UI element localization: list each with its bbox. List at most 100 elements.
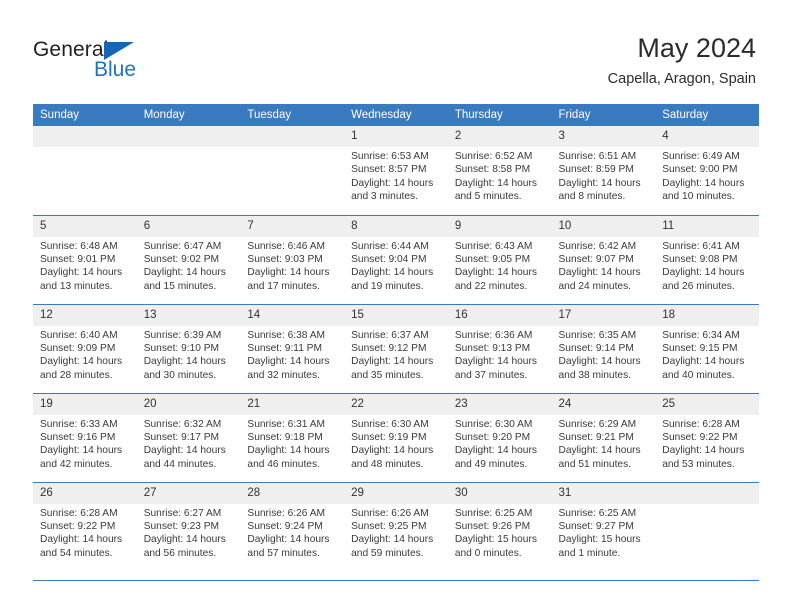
- daylight-text-line2: and 49 minutes.: [454, 458, 528, 470]
- daylight-text-line2: and 44 minutes.: [143, 458, 217, 470]
- daylight-text-line1: Daylight: 14 hours: [454, 177, 537, 189]
- calendar-day-cell-empty: [136, 126, 241, 215]
- weekday-header-thursday: Thursday: [447, 104, 552, 126]
- day-details: Sunrise: 6:29 AM Sunset: 9:21 PM Daylight:…: [552, 415, 656, 472]
- daylight-text-line1: Daylight: 14 hours: [247, 267, 330, 279]
- sunset-text: Sunset: 8:59 PM: [558, 164, 634, 176]
- sunset-text: Sunset: 9:10 PM: [143, 342, 220, 354]
- calendar-day-cell[interactable]: 22 Sunrise: 6:30 AM Sunset: 9:19 PM Dayligh…: [344, 392, 448, 482]
- sunrise-text: Sunrise: 6:49 AM: [662, 151, 740, 162]
- calendar-day-cell[interactable]: 15 Sunrise: 6:37 AM Sunset: 9:12 PM Dayligh…: [344, 303, 448, 393]
- day-number: 30: [447, 482, 552, 504]
- sunrise-text: Sunrise: 6:31 AM: [247, 418, 325, 430]
- daylight-text-line2: and 19 minutes.: [351, 280, 424, 292]
- sunset-text: Sunset: 9:16 PM: [40, 431, 116, 443]
- daylight-text-line2: and 1 minute.: [558, 547, 621, 559]
- calendar-day-cell[interactable]: 23 Sunrise: 6:30 AM Sunset: 9:20 PM Dayligh…: [447, 392, 552, 482]
- calendar-day-cell[interactable]: 13 Sunrise: 6:39 AM Sunset: 9:10 PM Dayligh…: [136, 303, 241, 393]
- day-number: 2: [447, 126, 552, 147]
- sunset-text: Sunset: 8:57 PM: [351, 164, 427, 176]
- calendar-day-cell[interactable]: 16 Sunrise: 6:36 AM Sunset: 9:13 PM Dayligh…: [447, 303, 552, 393]
- daylight-text-line2: and 35 minutes.: [351, 369, 424, 381]
- daylight-text-line1: Daylight: 14 hours: [143, 534, 226, 546]
- calendar-day-cell[interactable]: 4 Sunrise: 6:49 AM Sunset: 9:00 PM Daylight…: [655, 126, 759, 215]
- calendar-table: Sunday Monday Tuesday Wednesday Thursday…: [33, 104, 759, 571]
- calendar-day-cell[interactable]: 24 Sunrise: 6:29 AM Sunset: 9:21 PM Dayligh…: [551, 392, 656, 482]
- daylight-text-line1: Daylight: 14 hours: [662, 267, 745, 279]
- day-details: Sunrise: 6:49 AM Sunset: 9:00 PM Daylight:…: [655, 147, 759, 204]
- daylight-text-line2: and 53 minutes.: [662, 458, 735, 470]
- calendar-day-cell[interactable]: 3 Sunrise: 6:51 AM Sunset: 8:59 PM Daylight…: [551, 126, 656, 215]
- calendar-day-cell[interactable]: 2 Sunrise: 6:52 AM Sunset: 8:58 PM Daylight…: [447, 126, 552, 215]
- calendar-week-row: 12 Sunrise: 6:40 AM Sunset: 9:09 PM Dayligh…: [33, 303, 759, 393]
- daylight-text-line1: Daylight: 14 hours: [662, 177, 745, 189]
- daylight-text-line1: Daylight: 14 hours: [351, 534, 434, 546]
- calendar-day-cell[interactable]: 11 Sunrise: 6:41 AM Sunset: 9:08 PM Dayligh…: [655, 214, 759, 304]
- calendar-day-cell[interactable]: 10 Sunrise: 6:42 AM Sunset: 9:07 PM Dayligh…: [551, 214, 656, 304]
- day-number: 17: [551, 304, 656, 326]
- daylight-text-line2: and 54 minutes.: [40, 547, 113, 559]
- calendar-day-cell[interactable]: 20 Sunrise: 6:32 AM Sunset: 9:17 PM Dayligh…: [136, 392, 241, 482]
- calendar-day-cell[interactable]: 19 Sunrise: 6:33 AM Sunset: 9:16 PM Dayligh…: [33, 392, 137, 482]
- calendar-day-cell[interactable]: 25 Sunrise: 6:28 AM Sunset: 9:22 PM Dayligh…: [655, 392, 759, 482]
- calendar-day-cell[interactable]: 28 Sunrise: 6:26 AM Sunset: 9:24 PM Dayligh…: [240, 481, 345, 571]
- brand-logo: General Blue: [33, 38, 233, 86]
- calendar-page: General Blue May 2024 Capella, Aragon, S…: [0, 0, 792, 612]
- daylight-text-line2: and 37 minutes.: [454, 369, 528, 381]
- daylight-text-line2: and 13 minutes.: [40, 280, 113, 292]
- calendar-day-cell[interactable]: 5 Sunrise: 6:48 AM Sunset: 9:01 PM Daylight…: [33, 214, 137, 304]
- sunrise-text: Sunrise: 6:40 AM: [40, 329, 118, 341]
- daylight-text-line1: Daylight: 14 hours: [40, 534, 123, 546]
- daylight-text-line1: Daylight: 14 hours: [558, 177, 641, 189]
- sunset-text: Sunset: 9:12 PM: [351, 342, 427, 354]
- daylight-text-line2: and 15 minutes.: [143, 280, 217, 292]
- sunrise-text: Sunrise: 6:41 AM: [662, 240, 740, 252]
- day-details: Sunrise: 6:33 AM Sunset: 9:16 PM Daylight:…: [33, 415, 137, 472]
- sunset-text: Sunset: 9:11 PM: [247, 342, 322, 354]
- daylight-text-line2: and 24 minutes.: [558, 280, 632, 292]
- calendar-day-cell[interactable]: 31 Sunrise: 6:25 AM Sunset: 9:27 PM Dayligh…: [551, 481, 656, 571]
- calendar-day-cell[interactable]: 18 Sunrise: 6:34 AM Sunset: 9:15 PM Dayligh…: [655, 303, 759, 393]
- calendar-day-cell-empty: [655, 481, 759, 571]
- day-details: Sunrise: 6:30 AM Sunset: 9:19 PM Daylight:…: [344, 415, 448, 472]
- calendar-day-cell[interactable]: 7 Sunrise: 6:46 AM Sunset: 9:03 PM Daylight…: [240, 214, 345, 304]
- weekday-header-monday: Monday: [136, 104, 241, 126]
- calendar-day-cell[interactable]: 14 Sunrise: 6:38 AM Sunset: 9:11 PM Dayligh…: [240, 303, 345, 393]
- calendar-day-cell[interactable]: 12 Sunrise: 6:40 AM Sunset: 9:09 PM Dayligh…: [33, 303, 137, 393]
- day-details: Sunrise: 6:38 AM Sunset: 9:11 PM Daylight:…: [240, 326, 344, 383]
- daylight-text-line2: and 57 minutes.: [247, 547, 320, 559]
- day-details: Sunrise: 6:25 AM Sunset: 9:27 PM Daylight:…: [552, 504, 656, 561]
- calendar-day-cell[interactable]: 29 Sunrise: 6:26 AM Sunset: 9:25 PM Dayligh…: [344, 481, 448, 571]
- weekday-header-tuesday: Tuesday: [240, 104, 345, 126]
- calendar-day-cell[interactable]: 6 Sunrise: 6:47 AM Sunset: 9:02 PM Daylight…: [136, 214, 241, 304]
- sunrise-text: Sunrise: 6:36 AM: [454, 329, 533, 341]
- day-details: Sunrise: 6:47 AM Sunset: 9:02 PM Daylight:…: [137, 237, 241, 294]
- calendar-day-cell[interactable]: 21 Sunrise: 6:31 AM Sunset: 9:18 PM Dayligh…: [240, 392, 345, 482]
- daylight-text-line1: Daylight: 14 hours: [40, 356, 123, 368]
- day-number: [33, 126, 137, 147]
- sunset-text: Sunset: 9:01 PM: [40, 253, 116, 265]
- daylight-text-line1: Daylight: 15 hours: [454, 534, 537, 546]
- calendar-day-cell[interactable]: 30 Sunrise: 6:25 AM Sunset: 9:26 PM Dayligh…: [447, 481, 552, 571]
- calendar-day-cell[interactable]: 17 Sunrise: 6:35 AM Sunset: 9:14 PM Dayligh…: [551, 303, 656, 393]
- calendar-day-cell[interactable]: 27 Sunrise: 6:27 AM Sunset: 9:23 PM Dayligh…: [136, 481, 241, 571]
- calendar-day-cell[interactable]: 8 Sunrise: 6:44 AM Sunset: 9:04 PM Daylight…: [344, 214, 448, 304]
- day-details: Sunrise: 6:44 AM Sunset: 9:04 PM Daylight:…: [344, 237, 448, 294]
- daylight-text-line1: Daylight: 14 hours: [558, 445, 641, 457]
- day-number: 12: [33, 304, 137, 326]
- sunset-text: Sunset: 9:13 PM: [454, 342, 531, 354]
- sunset-text: Sunset: 9:07 PM: [558, 253, 634, 265]
- daylight-text-line1: Daylight: 14 hours: [143, 445, 226, 457]
- day-number: 28: [240, 482, 345, 504]
- day-details: Sunrise: 6:53 AM Sunset: 8:57 PM Daylight:…: [344, 147, 448, 204]
- sunrise-text: Sunrise: 6:26 AM: [351, 507, 429, 519]
- calendar-day-cell-empty: [240, 126, 345, 215]
- brand-name-bottom: Blue: [94, 58, 137, 81]
- sunset-text: Sunset: 9:22 PM: [662, 431, 738, 443]
- sunrise-text: Sunrise: 6:34 AM: [662, 329, 740, 341]
- sunrise-text: Sunrise: 6:25 AM: [558, 507, 637, 519]
- calendar-day-cell[interactable]: 26 Sunrise: 6:28 AM Sunset: 9:22 PM Dayligh…: [33, 481, 137, 571]
- calendar-day-cell[interactable]: 9 Sunrise: 6:43 AM Sunset: 9:05 PM Daylight…: [447, 214, 552, 304]
- calendar-day-cell[interactable]: 1 Sunrise: 6:53 AM Sunset: 8:57 PM Daylight…: [344, 126, 448, 215]
- calendar-day-cell-empty: [33, 126, 137, 215]
